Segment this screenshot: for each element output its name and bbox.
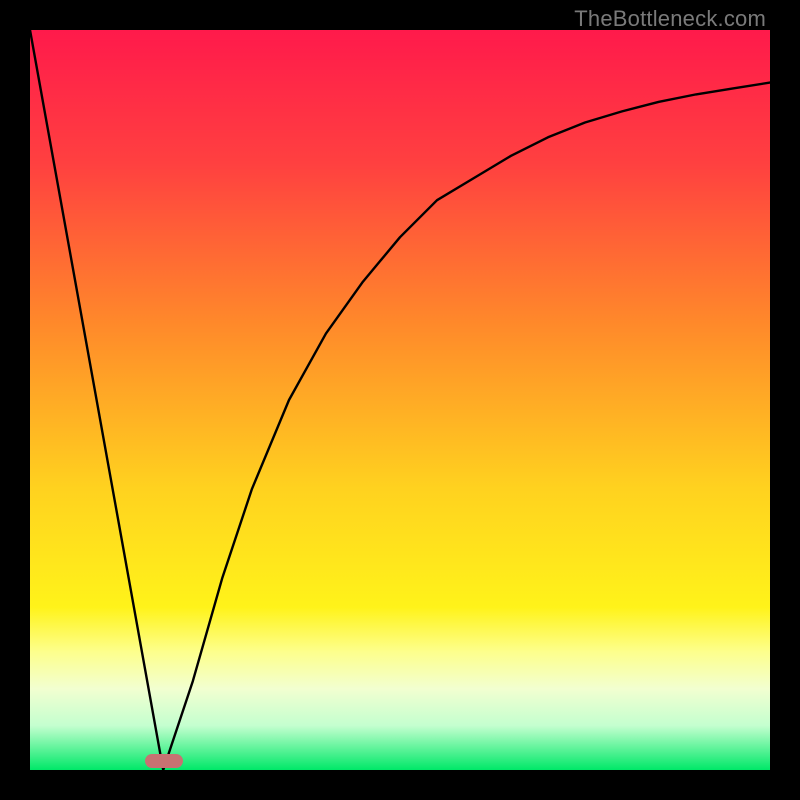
- chart-frame: TheBottleneck.com: [0, 0, 800, 800]
- bottleneck-curve: [30, 30, 770, 770]
- watermark-text: TheBottleneck.com: [574, 6, 766, 32]
- optimum-marker: [145, 754, 183, 768]
- plot-area: [30, 30, 770, 770]
